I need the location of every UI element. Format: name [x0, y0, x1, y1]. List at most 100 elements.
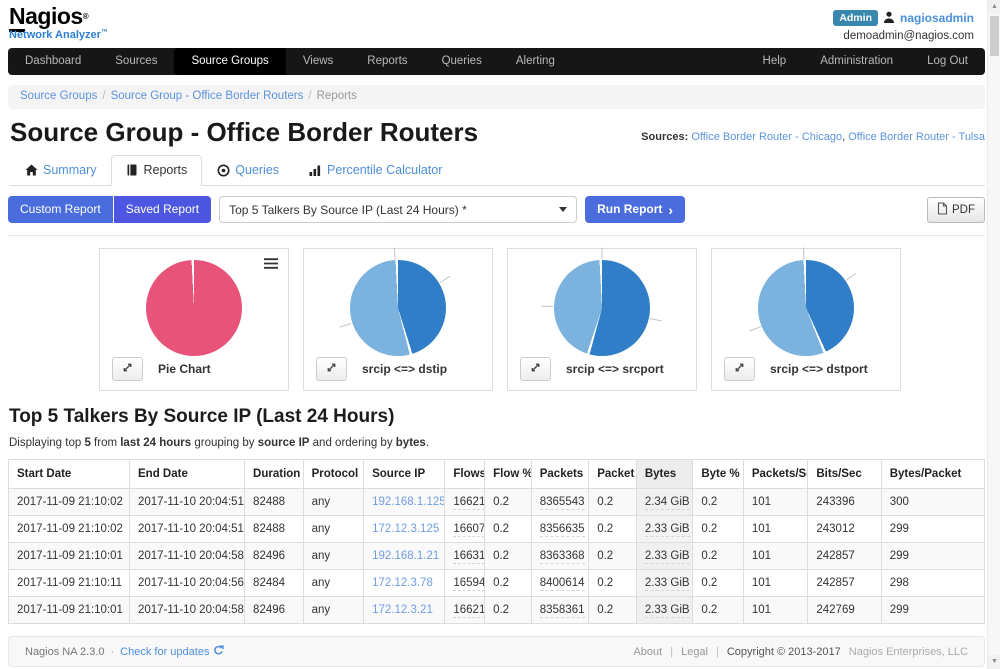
column-header-start-date[interactable]: Start Date [9, 460, 130, 489]
tab-percentile-calculator[interactable]: Percentile Calculator [294, 155, 457, 186]
check-updates-link[interactable]: Check for updates [120, 645, 224, 659]
expand-chart-button[interactable] [112, 357, 143, 381]
column-header-packets-sec[interactable]: Packets/Sec [743, 460, 808, 489]
column-header-bytes-packet[interactable]: Bytes/Packet [881, 460, 984, 489]
report-controls: Custom Report Saved Report Top 5 Talkers… [8, 196, 985, 223]
column-header-source-ip[interactable]: Source IP [364, 460, 445, 489]
custom-report-button[interactable]: Custom Report [8, 196, 113, 223]
cell-protocol: any [303, 570, 364, 597]
nav-item-help[interactable]: Help [746, 48, 804, 75]
scroll-down-icon[interactable]: ▼ [988, 655, 1000, 669]
nav-item-administration[interactable]: Administration [803, 48, 910, 75]
footer-divider: | [716, 646, 719, 658]
pie-label-tick [340, 323, 352, 328]
nav-item-dashboard[interactable]: Dashboard [8, 48, 98, 75]
run-report-button[interactable]: Run Report› [585, 196, 685, 223]
column-header-duration[interactable]: Duration [245, 460, 304, 489]
cell-packet: 0.2 [589, 489, 637, 516]
column-header-bytes[interactable]: Bytes [636, 460, 693, 489]
cell-start-date: 2017-11-09 21:10:01 [9, 543, 130, 570]
source-link-office-border-router-chicago[interactable]: Office Border Router - Chicago [691, 131, 842, 143]
report-select-value: Top 5 Talkers By Source IP (Last 24 Hour… [229, 203, 467, 217]
tab-reports[interactable]: Reports [111, 155, 202, 186]
nav-item-sources[interactable]: Sources [98, 48, 174, 75]
pie-label-tick [803, 248, 804, 260]
source-ip-link[interactable]: 192.168.1.125 [372, 496, 445, 508]
tab-queries[interactable]: Queries [202, 155, 294, 186]
expand-chart-button[interactable] [520, 357, 551, 381]
saved-report-button[interactable]: Saved Report [114, 196, 211, 223]
column-header-bits-sec[interactable]: Bits/Sec [808, 460, 881, 489]
column-header-flows[interactable]: Flows [445, 460, 485, 489]
cell-duration: 82488 [245, 516, 304, 543]
cell-bytes-packet: 299 [881, 597, 984, 624]
tab-summary[interactable]: Summary [10, 155, 111, 186]
nav-item-source-groups[interactable]: Source Groups [174, 48, 285, 75]
cell-start-date: 2017-11-09 21:10:11 [9, 570, 130, 597]
nagios-logo[interactable]: Nagios® Network Analyzer™ [9, 5, 108, 41]
expand-icon [121, 361, 134, 377]
tooltip-value: 8363368 [540, 550, 585, 564]
breadcrumb-separator: / [102, 90, 105, 102]
cell-bytes: 2.33 GiB [636, 570, 693, 597]
admin-badge: Admin [833, 10, 878, 26]
breadcrumb-item-source-groups[interactable]: Source Groups [20, 90, 97, 102]
nav-item-alerting[interactable]: Alerting [499, 48, 572, 75]
source-ip-link[interactable]: 192.168.1.21 [372, 550, 439, 562]
chart-panels: Pie Chartsrcip <=> dstipsrcip <=> srcpor… [0, 248, 1000, 391]
report-table: Start DateEnd DateDurationProtocolSource… [8, 459, 985, 624]
report-select[interactable]: Top 5 Talkers By Source IP (Last 24 Hour… [219, 196, 577, 223]
breadcrumb-separator: / [308, 90, 311, 102]
cell-flow: 0.2 [485, 516, 532, 543]
source-ip-link[interactable]: 172.12.3.78 [372, 577, 433, 589]
user-info: Admin nagiosadmin demoadmin@nagios.com [833, 5, 974, 42]
nav-item-log-out[interactable]: Log Out [910, 48, 985, 75]
pie-chart-area [758, 260, 854, 356]
column-header-protocol[interactable]: Protocol [303, 460, 364, 489]
cell-source-ip: 172.12.3.125 [364, 516, 445, 543]
column-header-flow[interactable]: Flow % [485, 460, 532, 489]
cell-flows: 16621 [445, 597, 485, 624]
expand-chart-button[interactable] [316, 357, 347, 381]
table-row: 2017-11-09 21:10:022017-11-10 20:04:5182… [9, 489, 985, 516]
tooltip-value: 8365543 [540, 496, 585, 510]
pdf-button[interactable]: PDF [927, 197, 985, 223]
summary-text: Displaying top [9, 437, 84, 449]
cell-start-date: 2017-11-09 21:10:01 [9, 597, 130, 624]
username-link[interactable]: nagiosadmin [900, 11, 974, 25]
source-link-office-border-router-tulsa[interactable]: Office Border Router - Tulsa [848, 131, 985, 143]
expand-chart-button[interactable] [724, 357, 755, 381]
scroll-up-icon[interactable]: ▲ [988, 0, 1000, 14]
target-icon [217, 164, 230, 177]
column-header-byte[interactable]: Byte % [693, 460, 744, 489]
breadcrumb-item-source-group-office-border-routers[interactable]: Source Group - Office Border Routers [111, 90, 304, 102]
source-ip-link[interactable]: 172.12.3.125 [372, 523, 439, 535]
chart-panel-srcip-dstip: srcip <=> dstip [303, 248, 493, 391]
cell-bytes: 2.33 GiB [636, 597, 693, 624]
column-header-packet[interactable]: Packet % [589, 460, 637, 489]
cell-source-ip: 172.12.3.78 [364, 570, 445, 597]
column-header-end-date[interactable]: End Date [130, 460, 245, 489]
nav-item-reports[interactable]: Reports [350, 48, 424, 75]
column-header-packets[interactable]: Packets [531, 460, 588, 489]
bar-chart-icon [309, 164, 322, 176]
summary-text: from [91, 437, 120, 449]
cell-bytes-packet: 298 [881, 570, 984, 597]
scrollbar-thumb[interactable] [990, 16, 999, 56]
pie-label-tick [602, 248, 603, 260]
pie-chart-area [350, 260, 446, 356]
tooltip-value: 8356635 [540, 523, 585, 537]
nav-item-queries[interactable]: Queries [425, 48, 499, 75]
chart-label: Pie Chart [158, 362, 211, 376]
legal-link[interactable]: Legal [681, 646, 708, 658]
cell-packet: 0.2 [589, 570, 637, 597]
trademark-mark: ™ [101, 29, 108, 36]
cell-bytes-packet: 299 [881, 516, 984, 543]
nav-item-views[interactable]: Views [286, 48, 350, 75]
summary-emphasis: last 24 hours [120, 437, 191, 449]
vertical-scrollbar[interactable]: ▲ ▼ [987, 0, 1000, 669]
about-link[interactable]: About [633, 646, 662, 658]
hamburger-menu-icon[interactable] [263, 257, 279, 275]
copyright-text: Copyright © 2013-2017 [727, 646, 841, 658]
source-ip-link[interactable]: 172.12.3.21 [372, 604, 433, 616]
